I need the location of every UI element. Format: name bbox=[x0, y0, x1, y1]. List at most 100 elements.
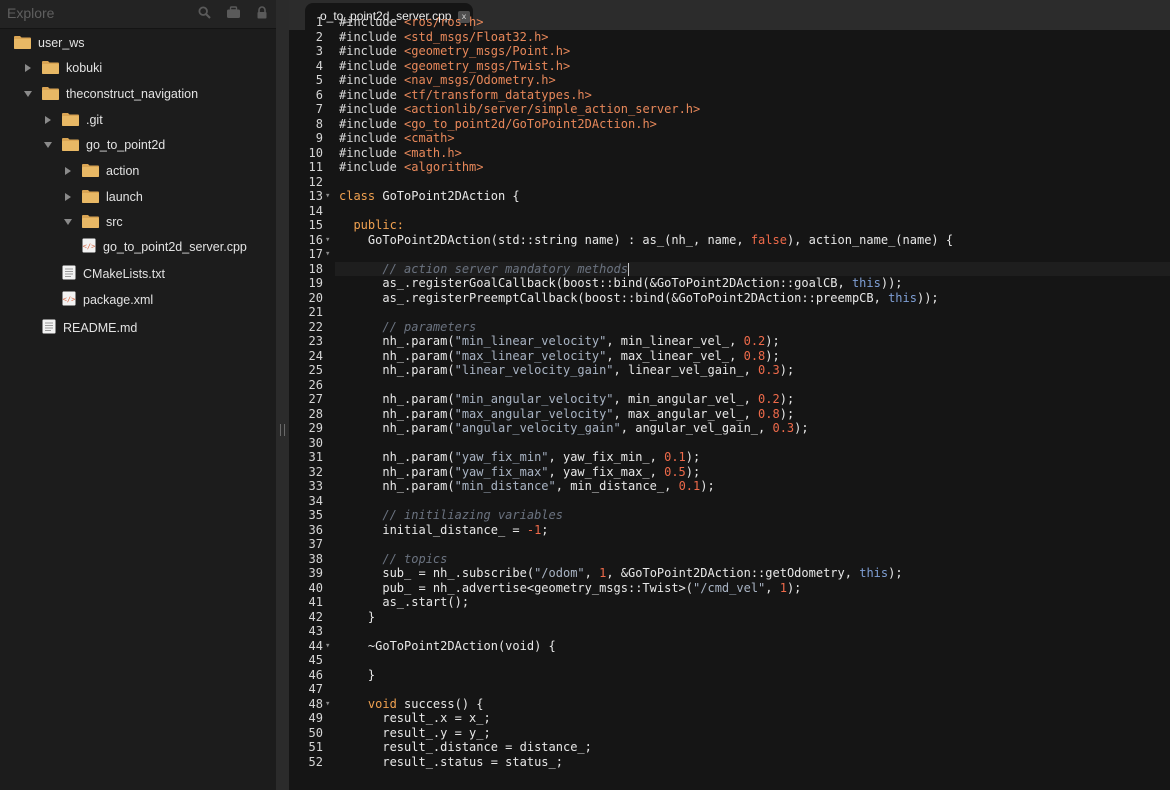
code-token: as_.registerPreemptCallback(boost::bind(… bbox=[339, 290, 889, 305]
caret-right-icon[interactable] bbox=[62, 167, 74, 175]
tree-item[interactable]: user_ws bbox=[14, 30, 85, 56]
caret-right-icon[interactable] bbox=[42, 116, 54, 124]
sidebar-resize-handle[interactable] bbox=[276, 0, 289, 790]
code-line[interactable]: 12 bbox=[289, 175, 1170, 190]
code-line[interactable]: 36 initial_distance_ = -1; bbox=[289, 523, 1170, 538]
text-file-icon bbox=[42, 319, 56, 337]
code-line[interactable]: 3 #include <geometry_msgs/Point.h> bbox=[289, 44, 1170, 59]
code-line[interactable]: 19 as_.registerGoalCallback(boost::bind(… bbox=[289, 276, 1170, 291]
line-number: 21 bbox=[308, 305, 323, 319]
code-line[interactable]: 27 nh_.param("min_angular_velocity", min… bbox=[289, 392, 1170, 407]
tree-item[interactable]: src bbox=[62, 209, 123, 235]
code-line[interactable]: 29 nh_.param("angular_velocity_gain", an… bbox=[289, 421, 1170, 436]
code-line[interactable]: 49 result_.x = x_; bbox=[289, 711, 1170, 726]
code-line[interactable]: 43 bbox=[289, 624, 1170, 639]
code-token: "angular_velocity_gain" bbox=[454, 421, 621, 435]
tree-item[interactable]: README.md bbox=[42, 315, 137, 341]
tree-item[interactable]: </> go_to_point2d_server.cpp bbox=[82, 234, 247, 260]
fold-arrow-icon[interactable]: ▾ bbox=[325, 233, 330, 248]
line-number: 6 bbox=[315, 87, 323, 102]
search-icon[interactable] bbox=[198, 6, 211, 19]
code-line[interactable]: 18 // action server mandatory methods bbox=[289, 261, 1170, 276]
caret-down-icon[interactable] bbox=[22, 91, 34, 97]
fold-arrow-icon[interactable]: ▾ bbox=[325, 639, 330, 654]
code-line[interactable]: 9 #include <cmath> bbox=[289, 131, 1170, 146]
code-line[interactable]: 32 nh_.param("yaw_fix_max", yaw_fix_max_… bbox=[289, 465, 1170, 480]
code-line[interactable]: 26 bbox=[289, 378, 1170, 393]
tree-item[interactable]: go_to_point2d bbox=[42, 132, 165, 158]
caret-down-icon[interactable] bbox=[42, 142, 54, 148]
code-line[interactable]: 50 result_.y = y_; bbox=[289, 726, 1170, 741]
code-token: "min_angular_velocity" bbox=[454, 392, 614, 406]
code-line[interactable]: 31 nh_.param("yaw_fix_min", yaw_fix_min_… bbox=[289, 450, 1170, 465]
code-line[interactable]: 25 nh_.param("linear_velocity_gain", lin… bbox=[289, 363, 1170, 378]
code-token: 0.8 bbox=[758, 406, 780, 421]
code-line[interactable]: 40 pub_ = nh_.advertise<geometry_msgs::T… bbox=[289, 581, 1170, 596]
code-line[interactable]: 23 nh_.param("min_linear_velocity", min_… bbox=[289, 334, 1170, 349]
code-line[interactable]: 46 } bbox=[289, 668, 1170, 683]
code-line[interactable]: 20 as_.registerPreemptCallback(boost::bi… bbox=[289, 291, 1170, 306]
line-number: 2 bbox=[315, 29, 323, 44]
code-line[interactable]: 22 // parameters bbox=[289, 320, 1170, 335]
code-line[interactable]: 21 bbox=[289, 305, 1170, 320]
line-number: 19 bbox=[308, 276, 323, 290]
code-line[interactable]: 44 ▾ ~GoToPoint2DAction(void) { bbox=[289, 639, 1170, 654]
code-area[interactable]: 1 #include <ros/ros.h> 2 #include <std_msgs… bbox=[289, 15, 1170, 790]
code-line[interactable]: 34 bbox=[289, 494, 1170, 509]
line-number: 9 bbox=[315, 131, 323, 145]
code-token: result_.x = x_; bbox=[339, 711, 491, 725]
code-line[interactable]: 52 result_.status = status_; bbox=[289, 755, 1170, 770]
code-line[interactable]: 33 nh_.param("min_distance", min_distanc… bbox=[289, 479, 1170, 494]
code-token: #include bbox=[339, 102, 405, 116]
tree-item[interactable]: launch bbox=[62, 184, 143, 210]
tree-item[interactable]: </> package.xml bbox=[62, 287, 153, 313]
code-line[interactable]: 30 bbox=[289, 436, 1170, 451]
code-line[interactable]: 2 #include <std_msgs/Float32.h> bbox=[289, 30, 1170, 45]
code-line[interactable]: 6 #include <tf/transform_datatypes.h> bbox=[289, 88, 1170, 103]
file-explorer-sidebar: Explore user_ws kobuki theconstruct_naviga… bbox=[0, 0, 276, 790]
tree-item[interactable]: action bbox=[62, 158, 139, 184]
code-line[interactable]: 28 nh_.param("max_angular_velocity", max… bbox=[289, 407, 1170, 422]
line-number: 13 bbox=[308, 189, 323, 203]
code-line[interactable]: 11 #include <algorithm> bbox=[289, 160, 1170, 175]
code-line[interactable]: 42 } bbox=[289, 610, 1170, 625]
caret-right-icon[interactable] bbox=[22, 64, 34, 72]
line-number: 4 bbox=[315, 58, 323, 73]
code-line[interactable]: 45 bbox=[289, 653, 1170, 668]
code-line[interactable]: 39 sub_ = nh_.subscribe("/odom", 1, &GoT… bbox=[289, 566, 1170, 581]
code-line[interactable]: 38 // topics bbox=[289, 552, 1170, 567]
code-line[interactable]: 15 public: bbox=[289, 218, 1170, 233]
code-line[interactable]: 17 ▾ bbox=[289, 247, 1170, 262]
briefcase-icon[interactable] bbox=[226, 6, 241, 19]
fold-arrow-icon[interactable]: ▾ bbox=[325, 697, 330, 712]
code-line[interactable]: 4 #include <geometry_msgs/Twist.h> bbox=[289, 59, 1170, 74]
code-line[interactable]: 35 // initiliazing variables bbox=[289, 508, 1170, 523]
tree-item[interactable]: kobuki bbox=[22, 55, 102, 81]
code-line[interactable]: 7 #include <actionlib/server/simple_actio… bbox=[289, 102, 1170, 117]
code-line[interactable]: 1 #include <ros/ros.h> bbox=[289, 15, 1170, 30]
code-text: nh_.param("min_angular_velocity", min_an… bbox=[339, 392, 794, 407]
caret-right-icon[interactable] bbox=[62, 193, 74, 201]
line-number: 23 bbox=[308, 334, 323, 348]
tree-item[interactable]: theconstruct_navigation bbox=[22, 81, 198, 107]
code-line[interactable]: 37 bbox=[289, 537, 1170, 552]
code-token: "min_distance" bbox=[454, 479, 556, 493]
code-line[interactable]: 14 bbox=[289, 204, 1170, 219]
code-token: 0.2 bbox=[758, 392, 780, 406]
code-line[interactable]: 47 bbox=[289, 682, 1170, 697]
code-line[interactable]: 10 #include <math.h> bbox=[289, 146, 1170, 161]
caret-down-icon[interactable] bbox=[62, 219, 74, 225]
code-line[interactable]: 13 ▾ class GoToPoint2DAction { bbox=[289, 189, 1170, 204]
code-line[interactable]: 5 #include <nav_msgs/Odometry.h> bbox=[289, 73, 1170, 88]
code-line[interactable]: 24 nh_.param("max_linear_velocity", max_… bbox=[289, 349, 1170, 364]
code-line[interactable]: 48 ▾ void success() { bbox=[289, 697, 1170, 712]
code-line[interactable]: 8 #include <go_to_point2d/GoToPoint2DActi… bbox=[289, 117, 1170, 132]
lock-icon[interactable] bbox=[256, 6, 268, 19]
fold-arrow-icon[interactable]: ▾ bbox=[325, 189, 330, 204]
tree-item[interactable]: CMakeLists.txt bbox=[62, 261, 165, 287]
code-line[interactable]: 51 result_.distance = distance_; bbox=[289, 740, 1170, 755]
fold-arrow-icon[interactable]: ▾ bbox=[325, 247, 330, 262]
code-line[interactable]: 16 ▾ GoToPoint2DAction(std::string name) … bbox=[289, 233, 1170, 248]
code-line[interactable]: 41 as_.start(); bbox=[289, 595, 1170, 610]
tree-item[interactable]: .git bbox=[42, 107, 103, 133]
